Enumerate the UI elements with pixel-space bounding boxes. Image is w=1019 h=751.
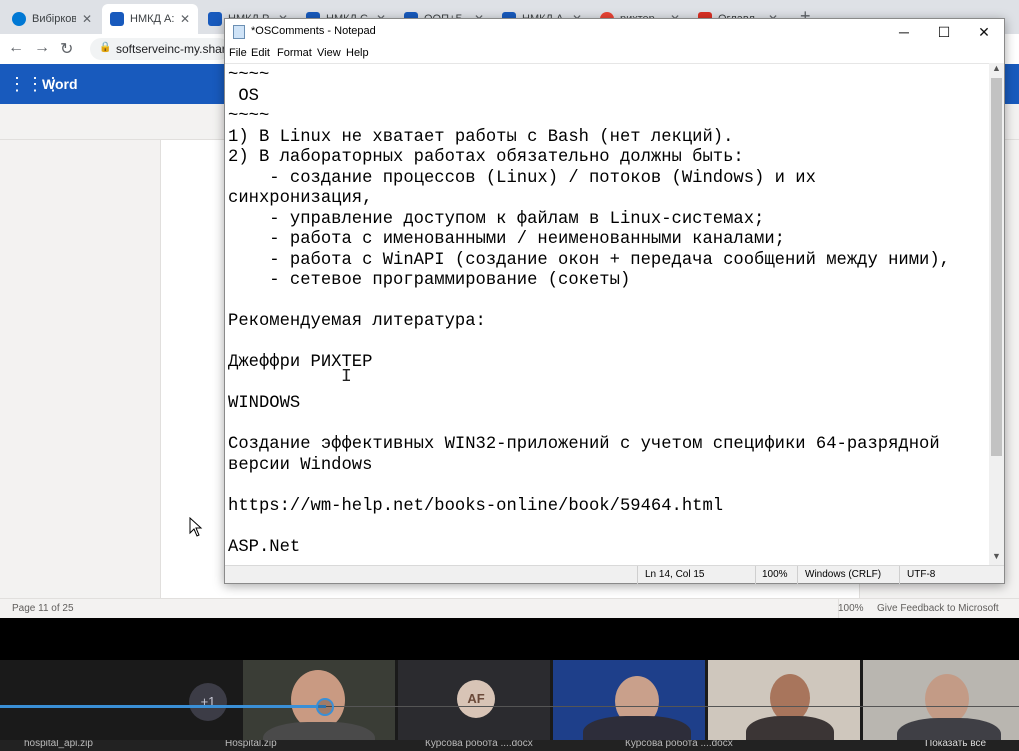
download-item[interactable]: Курсова робота ....docx [425, 740, 533, 749]
close-icon[interactable]: ✕ [180, 12, 190, 26]
participant-body [583, 716, 691, 740]
notepad-icon [233, 25, 245, 39]
participant-avatar: AF [457, 680, 495, 718]
word-icon [110, 12, 124, 26]
menu-edit[interactable]: Edit [251, 47, 270, 59]
cursor-position: Ln 14, Col 15 [645, 569, 705, 580]
divider [637, 566, 638, 584]
downloads-bar: hospital_api.zip Hospital.zip Курсова ро… [0, 740, 1019, 751]
participant-video[interactable] [708, 660, 860, 740]
text-cursor-icon: I [341, 367, 352, 387]
word-status-bar: Page 11 of 25 100% Give Feedback to Micr… [0, 598, 1019, 619]
scroll-up-icon[interactable]: ▲ [989, 63, 1004, 73]
menu-view[interactable]: View [317, 47, 341, 59]
word-zoom[interactable]: 100% [838, 603, 864, 614]
download-item[interactable]: hospital_api.zip [24, 740, 93, 749]
app-name: Word [42, 76, 78, 92]
participant-face [770, 674, 810, 722]
notepad-content: ~~~~ OS ~~~~ 1) В Linux не хватает работ… [228, 66, 950, 557]
browser-tab-active[interactable]: НМКД А: ✕ [102, 4, 198, 34]
close-button[interactable]: ✕ [964, 19, 1004, 45]
line-ending: Windows (CRLF) [805, 569, 882, 580]
participant-body [897, 718, 1001, 740]
feedback-link[interactable]: Give Feedback to Microsoft [877, 603, 999, 614]
scroll-down-icon[interactable]: ▼ [989, 551, 1004, 561]
notepad-title-bar[interactable]: *OSComments - Notepad ─ ☐ ✕ [225, 19, 1004, 45]
zoom-level: 100% [762, 569, 788, 580]
close-icon[interactable]: ✕ [82, 12, 92, 26]
word-icon [208, 12, 222, 26]
participant-face [925, 674, 969, 724]
url-text: softserveinc-my.shar [116, 42, 226, 56]
encoding: UTF-8 [907, 569, 936, 580]
notepad-status-bar: Ln 14, Col 15 100% Windows (CRLF) UTF-8 [225, 565, 1004, 584]
menu-help[interactable]: Help [346, 47, 369, 59]
menu-format[interactable]: Format [277, 47, 312, 59]
window-title: *OSComments - Notepad [251, 25, 376, 37]
playback-progress-knob[interactable] [316, 698, 334, 716]
tab-label: НМКД А: [130, 13, 174, 25]
browser-tab[interactable]: Вибірков ✕ [4, 4, 100, 34]
menu-file[interactable]: File [229, 47, 247, 59]
url-input[interactable]: 🔒 softserveinc-my.shar [90, 38, 230, 60]
notepad-menu-bar: File Edit Format View Help [225, 45, 1004, 63]
divider [755, 566, 756, 584]
onedrive-icon [12, 12, 26, 26]
show-all-button[interactable]: Показать все [925, 740, 986, 749]
back-icon[interactable]: ← [8, 39, 24, 57]
mouse-pointer-icon [189, 517, 203, 537]
tab-label: Вибірков [32, 13, 76, 25]
participant-body [746, 716, 834, 740]
reload-icon[interactable]: ↻ [60, 39, 73, 59]
notepad-text-area[interactable]: ~~~~ OS ~~~~ 1) В Linux не хватает работ… [225, 63, 989, 565]
more-participants-badge[interactable]: +1 [189, 683, 227, 721]
divider [899, 566, 900, 584]
participant-body [263, 722, 375, 740]
download-item[interactable]: Hospital.zip [225, 740, 277, 749]
lock-icon: 🔒 [99, 42, 112, 53]
scrollbar-thumb[interactable] [991, 78, 1002, 456]
page-count: Page 11 of 25 [12, 603, 74, 614]
forward-icon[interactable]: → [34, 39, 50, 57]
participant-video[interactable] [863, 660, 1019, 740]
minimize-button[interactable]: ─ [884, 19, 924, 45]
vertical-scrollbar[interactable]: ▲ ▼ [989, 63, 1004, 565]
divider [797, 566, 798, 584]
playback-progress-track[interactable] [326, 706, 1019, 707]
notepad-window: *OSComments - Notepad ─ ☐ ✕ File Edit Fo… [224, 18, 1005, 584]
download-item[interactable]: Курсова робота ....docx [625, 740, 733, 749]
participant-video[interactable] [553, 660, 705, 740]
maximize-button[interactable]: ☐ [924, 19, 964, 45]
playback-progress-fill [0, 705, 326, 708]
